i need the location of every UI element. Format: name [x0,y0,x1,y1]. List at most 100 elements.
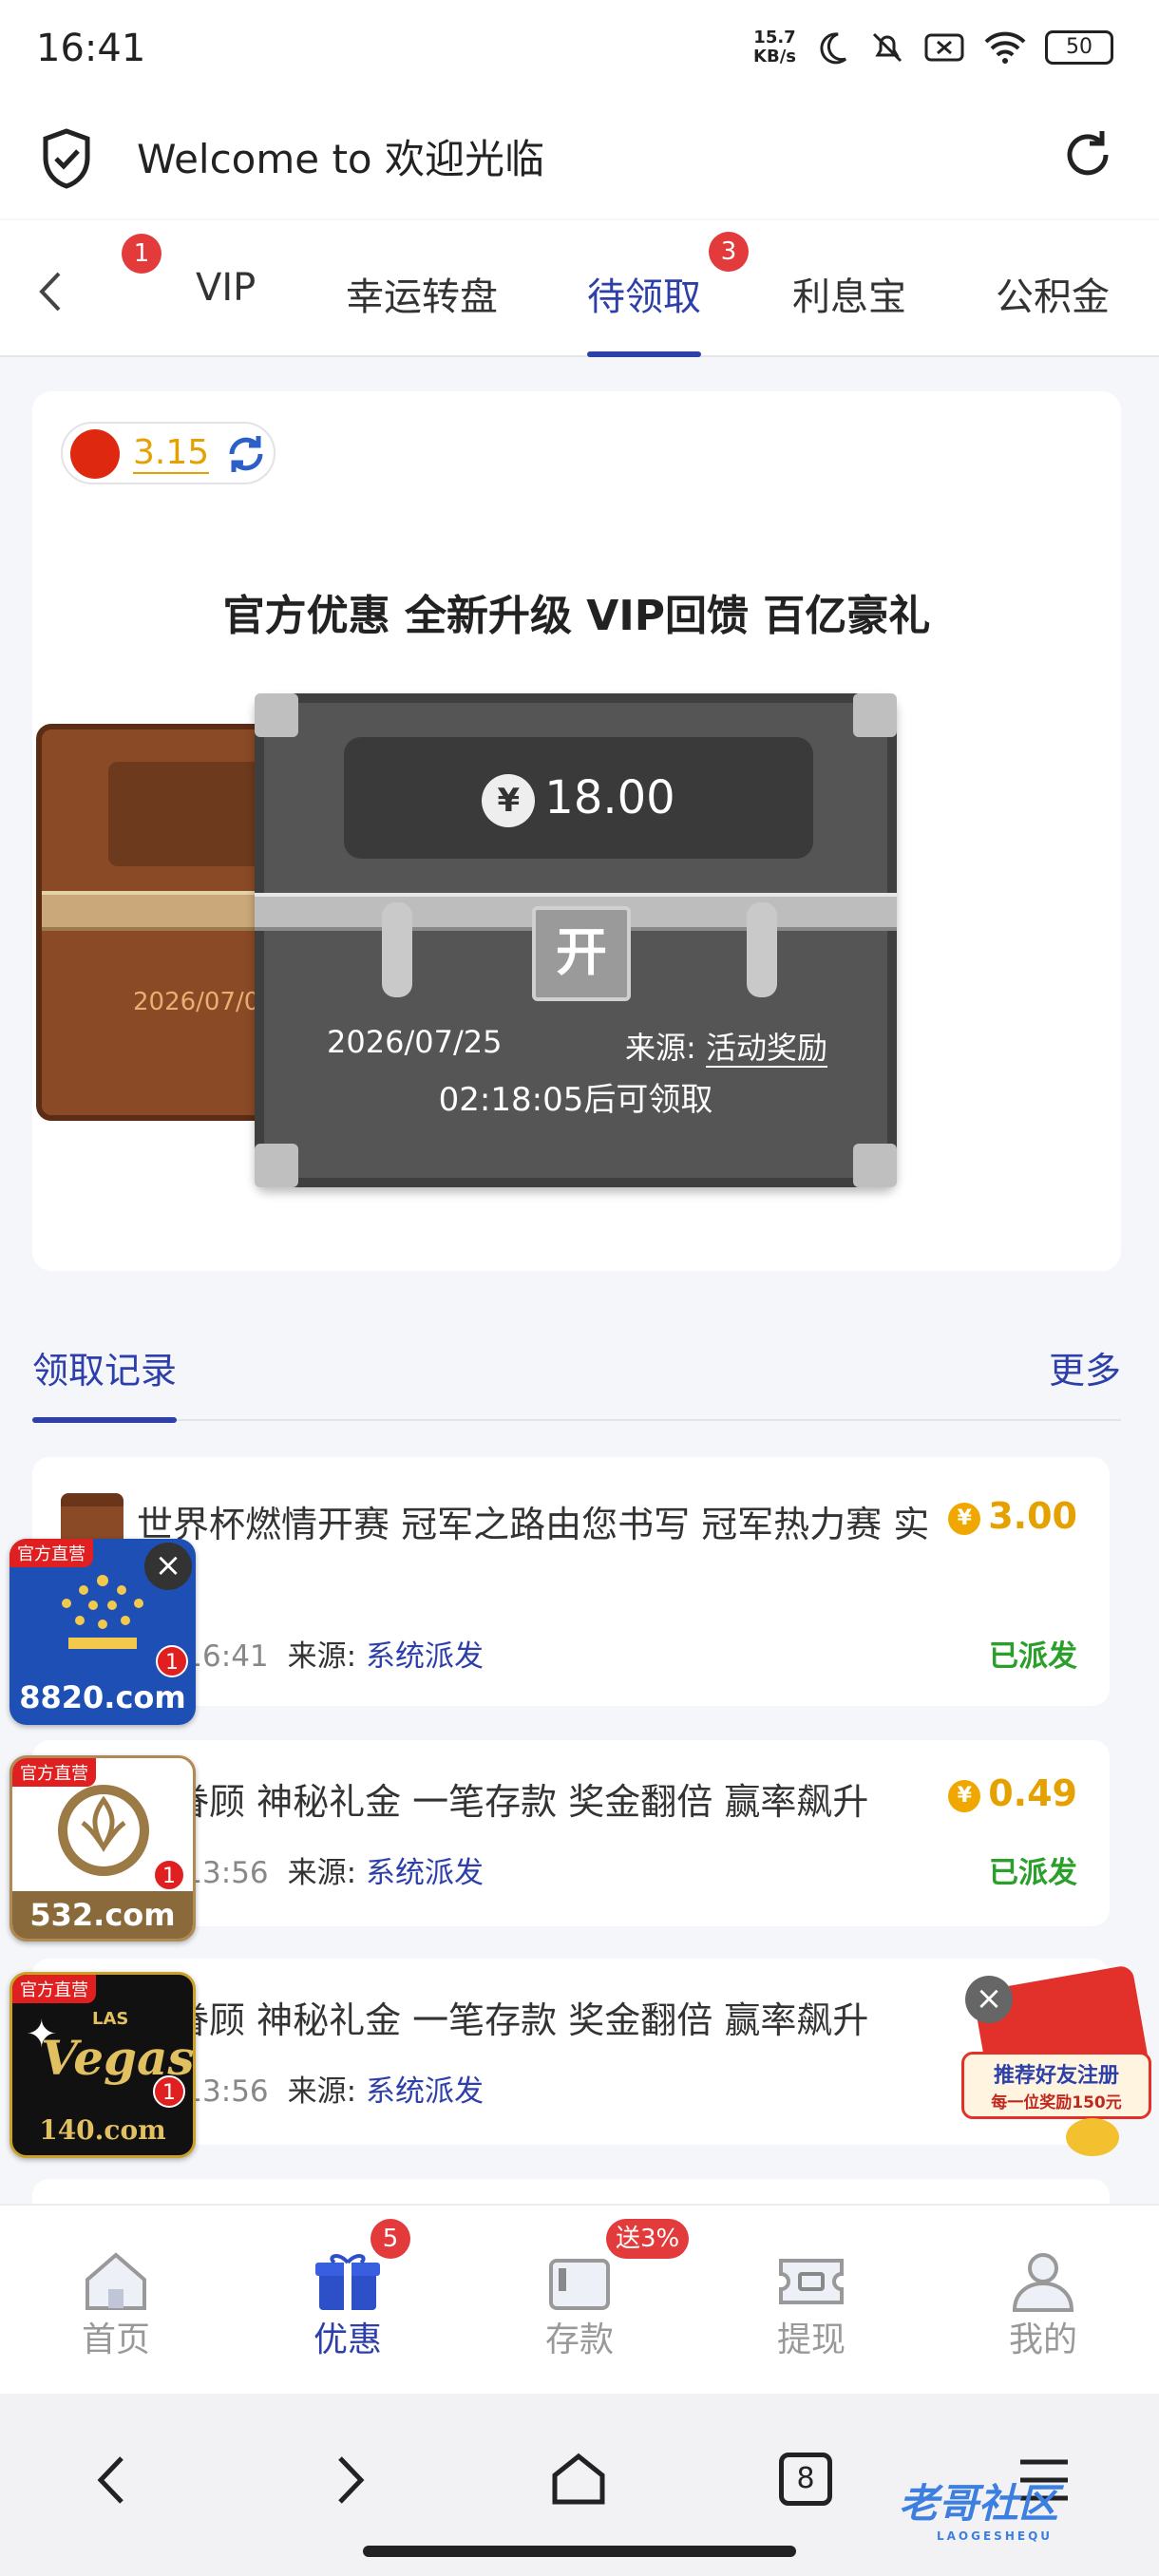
record-title: 神眷顾 神秘礼金 一笔存款 奖金翻倍 赢率飙升 [137,1999,869,2041]
china-flag-icon [70,429,120,479]
bottom-nav: 首页 5 优惠 送3% 存款 提现 我的 [0,2204,1159,2394]
nav-withdraw-label: 提现 [776,2320,846,2359]
nav-promo-badge: 5 [370,2219,410,2259]
chest-countdown: 02:18:05后可领取 [438,1081,713,1119]
wallet-icon [549,2259,610,2310]
net-speed-value: 15.7 [753,28,796,47]
record-amount: ¥0.49 [948,1772,1077,1814]
withdraw-icon [779,2259,844,2304]
tab-interest[interactable]: 利息宝 [792,266,906,357]
open-chest-button[interactable]: 开 [532,906,631,1001]
chest-corner [255,1144,298,1187]
chest-source-label: 来源: [625,1030,696,1066]
page-title: Welcome to 欢迎光临 [137,136,544,182]
treasure-chest[interactable]: ¥18.00 开 2026/07/25 来源: 活动奖励 02:18:05后可领… [255,693,897,1187]
chest-corner [853,693,897,737]
chest-source-link[interactable]: 活动奖励 [705,1030,827,1068]
record-title: 世界杯燃情开赛 冠军之路由您书写 冠军热力赛 实 [137,1504,930,1545]
ad-count-badge: 1 [153,2075,185,2108]
record-source[interactable]: 系统派发 [366,2074,484,2109]
home-icon [86,2252,146,2310]
ad-tag: 官方直营 [10,1539,93,1567]
chest-amount-value: 18.00 [544,771,675,824]
nav-promo[interactable]: 5 优惠 [232,2206,464,2396]
url-bar: Welcome to 欢迎光临 [0,104,1159,218]
refer-close-icon[interactable]: × [965,1976,1013,2023]
watermark-text: 老哥社区 [899,2480,1059,2527]
more-link[interactable]: 更多 [1049,1341,1121,1393]
gold-coin-icon [1066,2118,1119,2156]
status-icons: 15.7 KB/s 50 [753,28,1113,66]
status-time: 16:41 [36,27,146,70]
tab-vip[interactable]: VIP [196,266,256,357]
ad-140[interactable]: 官方直营 LAS Vegas ✦ 1 140.com [10,1972,196,2158]
chest-date: 2026/07/25 [327,1024,503,1060]
tab-pending[interactable]: 待领取 [587,266,701,357]
chest-corner [255,693,298,737]
back-chest-band [42,891,287,931]
chest-latch [382,902,412,997]
coin-icon: ¥ [948,1502,981,1535]
sim-off-icon [924,33,964,62]
chest-corner [853,1144,897,1187]
nav-withdraw[interactable]: 提现 [695,2206,927,2396]
record-amount: ¥3.00 [948,1495,1077,1537]
version-pill[interactable]: 3.15 [61,422,276,484]
chest-source: 来源: 活动奖励 [625,1024,827,1068]
record-source-label: 来源: [287,2074,357,2109]
refer-line1: 推荐好友注册 [993,2064,1119,2088]
refer-line2: 每一位奖励150元 [991,2093,1122,2112]
nav-mine[interactable]: 我的 [927,2206,1159,2396]
nav-mine-label: 我的 [1008,2320,1077,2359]
record-source[interactable]: 系统派发 [366,1856,484,1890]
reload-icon[interactable] [1058,125,1117,184]
shield-check-icon[interactable] [40,127,93,190]
record-source-label: 来源: [287,1856,357,1890]
yen-icon: ¥ [482,774,536,827]
ad-tag: 官方直营 [12,1975,96,2003]
ad-domain: 532.com [12,1891,193,1939]
tabs-count-icon[interactable]: 8 [779,2453,832,2506]
ad-domain: 140.com [39,2114,166,2146]
mute-bell-icon [872,32,902,63]
ad-count-badge: 1 [153,1859,185,1891]
nav-deposit-badge: 送3% [606,2219,690,2259]
chest-amount: ¥18.00 [344,737,813,859]
battery-icon: 50 [1045,30,1113,65]
record-status: 已派发 [989,1639,1077,1674]
ad-brand-small: LAS [92,2009,129,2029]
refer-text: 推荐好友注册 每一位奖励150元 [961,2052,1151,2119]
record-amount-value: 0.49 [988,1772,1077,1814]
ad-count-badge: 1 [156,1645,188,1677]
back-icon[interactable] [82,2447,148,2513]
user-icon [1012,2253,1074,2312]
record-source[interactable]: 系统派发 [366,1639,484,1674]
version-number: 3.15 [133,433,210,474]
record-status: 已派发 [989,1856,1077,1890]
nav-home-label: 首页 [81,2320,150,2359]
gift-icon [315,2254,380,2310]
tab-lucky-wheel[interactable]: 幸运转盘 [346,266,498,357]
nav-deposit-label: 存款 [544,2320,614,2359]
refresh-icon[interactable] [224,432,268,476]
ad-domain: 8820.com [19,1679,186,1715]
home-nav-icon[interactable] [545,2447,612,2513]
chevron-left-icon[interactable] [32,268,70,315]
forward-icon[interactable] [314,2447,380,2513]
home-indicator[interactable] [363,2546,796,2557]
crown-logo-icon [62,1575,143,1649]
nav-home[interactable]: 首页 [0,2206,232,2396]
record-source-label: 来源: [287,1639,357,1674]
star-icon: ✦ [26,2013,58,2056]
record-title: 神眷顾 神秘礼金 一笔存款 奖金翻倍 赢率飙升 [137,1781,869,1823]
ad-532[interactable]: 官方直营 1 532.com [10,1755,196,1941]
records-tab[interactable]: 领取记录 [32,1341,178,1423]
ad-close-icon[interactable]: × [144,1543,192,1590]
watermark-sub: LAOGESHEQU [937,2529,1054,2543]
records-header: 领取记录 更多 [32,1334,1121,1423]
net-speed-unit: KB/s [753,47,796,66]
nav-promo-label: 优惠 [313,2320,382,2359]
nav-deposit[interactable]: 送3% 存款 [464,2206,695,2396]
tab-fund[interactable]: 公积金 [996,266,1110,357]
net-speed: 15.7 KB/s [753,28,796,66]
